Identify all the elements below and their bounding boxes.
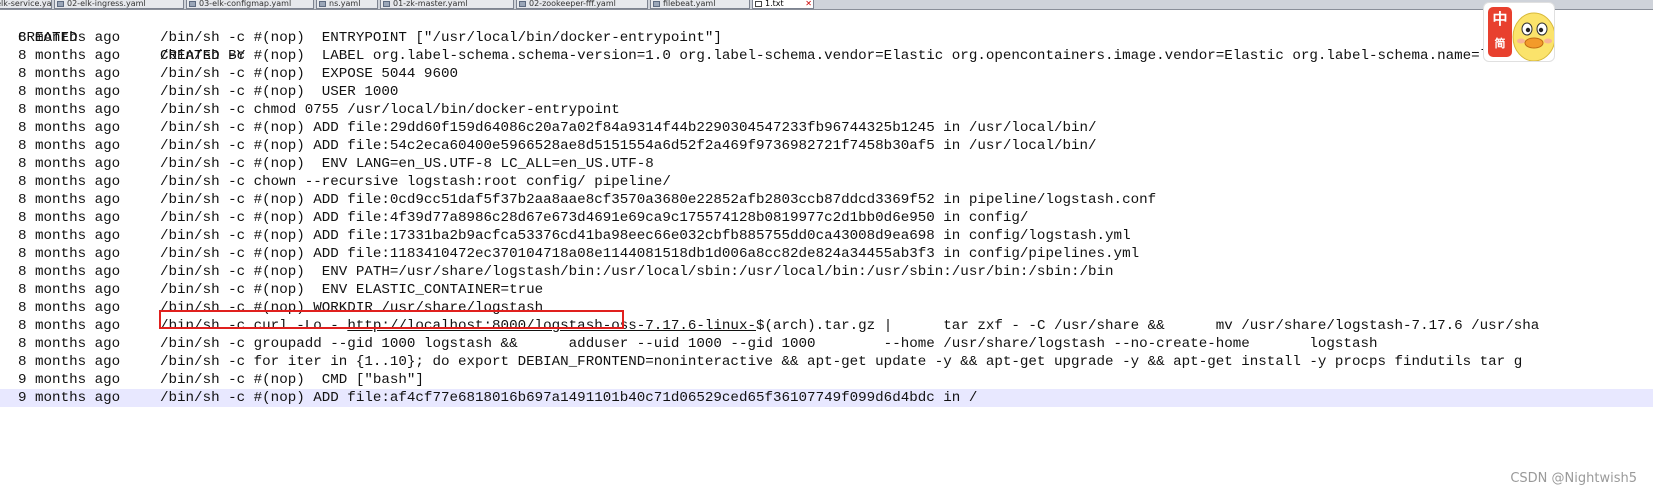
history-line: 9 months ago/bin/sh -c #(nop) CMD ["bash… xyxy=(0,371,1653,389)
created-cell: 9 months ago xyxy=(18,372,121,388)
command-cell: /bin/sh -c #(nop) CMD ["bash"] xyxy=(160,372,424,388)
history-line: 8 months ago/bin/sh -c #(nop) ADD file:2… xyxy=(0,119,1653,137)
created-cell: 8 months ago xyxy=(18,264,121,280)
file-tab-active[interactable]: 1.txt ✕ xyxy=(752,0,814,9)
created-cell: 8 months ago xyxy=(18,246,121,262)
file-tab-label: 02-elk-ingress.yaml xyxy=(67,0,146,8)
command-cell: /bin/sh -c #(nop) EXPOSE 5044 9600 xyxy=(160,66,458,82)
history-line: 8 months ago/bin/sh -c #(nop) EXPOSE 504… xyxy=(0,65,1653,83)
command-cell: /bin/sh -c #(nop) ENV ELASTIC_CONTAINER=… xyxy=(160,282,544,298)
file-tab-label: 01-elk-service.yaml xyxy=(0,0,52,8)
history-line: 8 months ago/bin/sh -c #(nop) ADD file:0… xyxy=(0,191,1653,209)
command-cell: /bin/sh -c chmod 0755 /usr/local/bin/doc… xyxy=(160,102,620,118)
file-tab-label: 1.txt xyxy=(765,0,784,8)
history-line-current: 9 months ago/bin/sh -c #(nop) ADD file:a… xyxy=(0,389,1653,407)
command-cell: /bin/sh -c chown --recursive logstash:ro… xyxy=(160,174,671,190)
history-line: 8 months ago/bin/sh -c chown --recursive… xyxy=(0,173,1653,191)
workdir-highlight-box xyxy=(159,310,624,329)
history-line: 8 months ago/bin/sh -c chmod 0755 /usr/l… xyxy=(0,101,1653,119)
created-cell: 8 months ago xyxy=(18,300,121,316)
history-line: 8 months ago/bin/sh -c #(nop) ADD file:1… xyxy=(0,227,1653,245)
command-cell: /bin/sh -c #(nop) ENV PATH=/usr/share/lo… xyxy=(160,264,1114,280)
command-cell: /bin/sh -c #(nop) ADD file:0cd9cc51daf5f… xyxy=(160,192,1157,208)
created-cell: 8 months ago xyxy=(18,30,121,46)
file-tab[interactable]: 01-zk-master.yaml xyxy=(380,0,514,9)
history-line: 8 months ago/bin/sh -c #(nop) ENV PATH=/… xyxy=(0,263,1653,281)
created-cell: 9 months ago xyxy=(18,390,121,406)
file-icon xyxy=(189,1,196,7)
created-cell: 8 months ago xyxy=(18,84,121,100)
history-line: 8 months ago/bin/sh -c #(nop) LABEL org.… xyxy=(0,47,1653,65)
file-tab[interactable]: 01-elk-service.yaml xyxy=(0,0,52,9)
created-cell: 8 months ago xyxy=(18,354,121,370)
command-cell: /bin/sh -c #(nop) ADD file:29dd60f159d64… xyxy=(160,120,1097,136)
file-icon xyxy=(383,1,390,7)
ime-mascot[interactable]: 中 简 xyxy=(1483,2,1555,62)
header-line: CREATED CREATED BY xyxy=(0,11,1653,64)
created-cell: 8 months ago xyxy=(18,336,121,352)
history-line: 8 months ago/bin/sh -c #(nop) USER 1000 xyxy=(0,83,1653,101)
created-cell: 8 months ago xyxy=(18,48,121,64)
file-icon xyxy=(519,1,526,7)
created-cell: 8 months ago xyxy=(18,282,121,298)
command-cell: /bin/sh -c #(nop) ADD file:17331ba2b9acf… xyxy=(160,228,1131,244)
created-cell: 8 months ago xyxy=(18,156,121,172)
history-line: 8 months ago/bin/sh -c #(nop) ADD file:4… xyxy=(0,209,1653,227)
history-line: 8 months ago/bin/sh -c groupadd --gid 10… xyxy=(0,335,1653,353)
history-line: 8 months ago/bin/sh -c #(nop) ENTRYPOINT… xyxy=(0,29,1653,47)
file-tab-label: filebeat.yaml xyxy=(663,0,716,8)
file-tab[interactable]: 02-zookeeper-fff.yaml xyxy=(516,0,648,9)
history-line: 8 months ago/bin/sh -c #(nop) ADD file:1… xyxy=(0,245,1653,263)
close-tab-icon[interactable]: ✕ xyxy=(805,0,812,8)
watermark: CSDN @Nightwish5 xyxy=(1510,471,1637,486)
command-cell: /bin/sh -c for iter in {1..10}; do expor… xyxy=(160,354,1523,370)
file-icon xyxy=(653,1,660,7)
file-icon xyxy=(755,1,762,7)
file-tab-label: 02-zookeeper-fff.yaml xyxy=(529,0,616,8)
created-cell: 8 months ago xyxy=(18,102,121,118)
created-cell: 8 months ago xyxy=(18,174,121,190)
command-cell: /bin/sh -c #(nop) ADD file:1183410472ec3… xyxy=(160,246,1140,262)
file-tab[interactable]: 02-elk-ingress.yaml xyxy=(54,0,184,9)
created-cell: 8 months ago xyxy=(18,228,121,244)
command-cell: /bin/sh -c #(nop) ENTRYPOINT ["/usr/loca… xyxy=(160,30,722,46)
file-tab-label: 03-elk-configmap.yaml xyxy=(199,0,292,8)
file-tab-bar: 01-elk-service.yaml 02-elk-ingress.yaml … xyxy=(0,0,1653,10)
created-cell: 8 months ago xyxy=(18,66,121,82)
command-cell: /bin/sh -c #(nop) USER 1000 xyxy=(160,84,399,100)
history-line: 8 months ago/bin/sh -c for iter in {1..1… xyxy=(0,353,1653,371)
command-text: $(arch).tar.gz | tar zxf - -C /usr/share… xyxy=(755,318,1540,334)
text-editor[interactable]: CREATED CREATED BY 8 months ago/bin/sh -… xyxy=(0,10,1653,500)
command-cell: /bin/sh -c #(nop) ENV LANG=en_US.UTF-8 L… xyxy=(160,156,654,172)
command-cell: /bin/sh -c #(nop) ADD file:4f39d77a8986c… xyxy=(160,210,1029,226)
created-cell: 8 months ago xyxy=(18,120,121,136)
file-tab[interactable]: 03-elk-configmap.yaml xyxy=(186,0,314,9)
command-cell: /bin/sh -c #(nop) ADD file:54c2eca60400e… xyxy=(160,138,1097,154)
command-cell: /bin/sh -c #(nop) ADD file:af4cf77e68180… xyxy=(160,390,978,406)
created-cell: 8 months ago xyxy=(18,318,121,334)
duck-mascot-icon xyxy=(1512,12,1554,61)
file-tab-label: 01-zk-master.yaml xyxy=(393,0,468,8)
file-tab[interactable]: ns.yaml xyxy=(316,0,378,9)
created-cell: 8 months ago xyxy=(18,192,121,208)
file-icon xyxy=(319,1,326,7)
command-cell: /bin/sh -c #(nop) LABEL org.label-schema… xyxy=(160,48,1523,64)
history-line: 8 months ago/bin/sh -c #(nop) ENV ELASTI… xyxy=(0,281,1653,299)
file-icon xyxy=(57,1,64,7)
history-line: 8 months ago/bin/sh -c #(nop) ENV LANG=e… xyxy=(0,155,1653,173)
created-cell: 8 months ago xyxy=(18,138,121,154)
file-tab[interactable]: filebeat.yaml xyxy=(650,0,750,9)
created-cell: 8 months ago xyxy=(18,210,121,226)
history-line: 8 months ago/bin/sh -c #(nop) ADD file:5… xyxy=(0,137,1653,155)
command-cell: /bin/sh -c groupadd --gid 1000 logstash … xyxy=(160,336,1378,352)
file-tab-label: ns.yaml xyxy=(329,0,361,8)
